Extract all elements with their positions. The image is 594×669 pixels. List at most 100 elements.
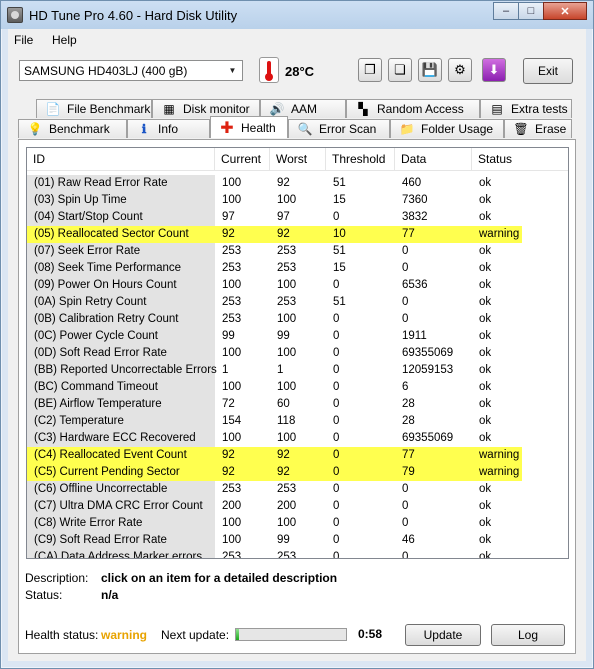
- table-cell: 0: [333, 483, 340, 495]
- smart-table[interactable]: ID Current Worst Threshold Data Status (01) R…: [26, 147, 569, 559]
- table-cell: (BC) Command Timeout: [27, 379, 215, 396]
- tab-erase[interactable]: 🗑 Erase: [504, 119, 572, 138]
- table-cell: ok: [479, 296, 492, 308]
- table-cell: 0: [402, 483, 409, 495]
- table-cell: ok: [479, 211, 492, 223]
- options-button[interactable]: ⚙: [448, 58, 472, 82]
- maximize-button[interactable]: □: [518, 2, 544, 20]
- table-cell: 253: [277, 245, 297, 257]
- table-row[interactable]: (C7) Ultra DMA CRC Error Count 200 200 0 0 ok: [27, 498, 568, 515]
- tab-health[interactable]: ✚ Health: [210, 116, 288, 138]
- title-bar[interactable]: HD Tune Pro 4.60 - Hard Disk Utility – □…: [1, 1, 593, 29]
- tab-random-access[interactable]: ▚ Random Access: [346, 99, 480, 118]
- table-row[interactable]: (C2) Temperature 154 118 0 28 ok: [27, 413, 568, 430]
- table-cell: 0: [333, 415, 340, 427]
- table-row[interactable]: (C8) Write Error Rate 100 100 0 0 ok: [27, 515, 568, 532]
- menu-help[interactable]: Help: [52, 33, 77, 47]
- table-cell: (03) Spin Up Time: [27, 192, 215, 209]
- table-cell: (0C) Power Cycle Count: [27, 328, 215, 345]
- table-cell: 100: [277, 432, 297, 444]
- table-row[interactable]: (0B) Calibration Retry Count 253 100 0 0 ok: [27, 311, 568, 328]
- column-header[interactable]: Worst: [270, 148, 326, 170]
- tab-error-scan[interactable]: 🔍 Error Scan: [288, 119, 390, 138]
- table-row[interactable]: (C3) Hardware ECC Recovered 100 100 0 693550…: [27, 430, 568, 447]
- table-row[interactable]: (09) Power On Hours Count 100 100 0 6536 ok: [27, 277, 568, 294]
- table-row[interactable]: (0A) Spin Retry Count 253 253 51 0 ok: [27, 294, 568, 311]
- table-cell: ok: [479, 279, 492, 291]
- table-cell: 92: [270, 447, 326, 464]
- table-row[interactable]: (0D) Soft Read Error Rate 100 100 0 69355069…: [27, 345, 568, 362]
- copy-info-button[interactable]: ❐: [358, 58, 382, 82]
- table-cell: 100: [277, 347, 297, 359]
- table-row[interactable]: (0C) Power Cycle Count 99 99 0 1911 ok: [27, 328, 568, 345]
- column-header[interactable]: Threshold: [326, 148, 395, 170]
- download-icon: ⬇: [488, 62, 500, 77]
- table-cell: (BE) Airflow Temperature: [27, 396, 215, 413]
- random-access-icon: ▚: [358, 102, 368, 116]
- table-cell: ok: [479, 262, 492, 274]
- table-cell: 28: [402, 415, 415, 427]
- column-header[interactable]: Status: [472, 148, 568, 170]
- table-cell: (C8) Write Error Rate: [27, 515, 215, 532]
- column-header[interactable]: Current: [215, 148, 270, 170]
- table-cell: ok: [479, 500, 492, 512]
- table-cell: ok: [479, 551, 492, 559]
- tab-label: Error Scan: [319, 122, 377, 136]
- close-button[interactable]: ✕: [543, 2, 587, 20]
- table-row[interactable]: (07) Seek Error Rate 253 253 51 0 ok: [27, 243, 568, 260]
- column-header[interactable]: Data: [395, 148, 472, 170]
- download-button[interactable]: ⬇: [482, 58, 506, 82]
- table-row[interactable]: (CA) Data Address Marker errors 253 253 0 0 o…: [27, 549, 568, 559]
- table-cell: 0: [333, 211, 340, 223]
- menu-file[interactable]: File: [14, 33, 33, 47]
- table-cell: (C4) Reallocated Event Count: [27, 447, 215, 464]
- table-row[interactable]: (05) Reallocated Sector Count 92 92 10 77 war…: [27, 226, 568, 243]
- table-row[interactable]: (C4) Reallocated Event Count 92 92 0 77 warni…: [27, 447, 568, 464]
- table-cell: 77: [395, 226, 472, 243]
- table-cell: 100: [222, 279, 242, 291]
- copy-screen-button[interactable]: ❏: [388, 58, 412, 82]
- table-cell: 28: [402, 398, 415, 410]
- table-row[interactable]: (04) Start/Stop Count 97 97 0 3832 ok: [27, 209, 568, 226]
- update-button[interactable]: Update: [405, 624, 481, 646]
- table-cell: 100: [222, 381, 242, 393]
- toolbar: SAMSUNG HD403LJ (400 gB) ▼ 28°C ❐ ❏ 💾 ⚙ …: [8, 51, 586, 97]
- minimize-button[interactable]: –: [493, 2, 519, 20]
- table-row[interactable]: (C6) Offline Uncorrectable 253 253 0 0 ok: [27, 481, 568, 498]
- table-cell: ok: [479, 415, 492, 427]
- tab-benchmark[interactable]: 💡 Benchmark: [18, 119, 127, 138]
- description-value: click on an item for a detailed descript…: [101, 571, 338, 585]
- app-window: HD Tune Pro 4.60 - Hard Disk Utility – □…: [0, 0, 594, 669]
- tab-folder-usage[interactable]: 📁 Folder Usage: [390, 119, 504, 138]
- table-cell: 51: [333, 245, 346, 257]
- table-row[interactable]: (BB) Reported Uncorrectable Errors 1 1 0 120…: [27, 362, 568, 379]
- tab-label: Folder Usage: [421, 122, 494, 136]
- drive-select[interactable]: SAMSUNG HD403LJ (400 gB) ▼: [19, 60, 243, 81]
- save-button[interactable]: 💾: [418, 58, 442, 82]
- table-row[interactable]: (01) Raw Read Error Rate 100 92 51 460 ok: [27, 175, 568, 192]
- table-row[interactable]: (C9) Soft Read Error Rate 100 99 0 46 ok: [27, 532, 568, 549]
- tab-info[interactable]: ℹ Info: [127, 119, 210, 138]
- tab-file-benchmark[interactable]: 📄 File Benchmark: [36, 99, 152, 118]
- table-cell: 0: [333, 313, 340, 325]
- tab-extra-tests[interactable]: ▤ Extra tests: [480, 99, 572, 118]
- table-row[interactable]: (C5) Current Pending Sector 92 92 0 79 warnin…: [27, 464, 568, 481]
- chevron-down-icon[interactable]: ▼: [225, 63, 240, 78]
- table-row[interactable]: (03) Spin Up Time 100 100 15 7360 ok: [27, 192, 568, 209]
- table-cell: ok: [479, 245, 492, 257]
- table-row[interactable]: (08) Seek Time Performance 253 253 15 0 ok: [27, 260, 568, 277]
- disk-monitor-icon: ▦: [163, 102, 175, 116]
- hdtune-app-icon: [7, 7, 23, 23]
- tab-label: Erase: [535, 122, 567, 136]
- table-cell: 100: [222, 194, 242, 206]
- speaker-icon: 🔊: [269, 102, 285, 116]
- log-button[interactable]: Log: [491, 624, 565, 646]
- exit-button[interactable]: Exit: [523, 58, 573, 84]
- table-row[interactable]: (BE) Airflow Temperature 72 60 0 28 ok: [27, 396, 568, 413]
- table-cell: 253: [222, 296, 242, 308]
- table-cell: 10: [326, 226, 395, 243]
- table-cell: 0: [333, 432, 340, 444]
- next-update-label: Next update:: [161, 628, 230, 642]
- table-row[interactable]: (BC) Command Timeout 100 100 0 6 ok: [27, 379, 568, 396]
- column-header[interactable]: ID: [27, 148, 215, 170]
